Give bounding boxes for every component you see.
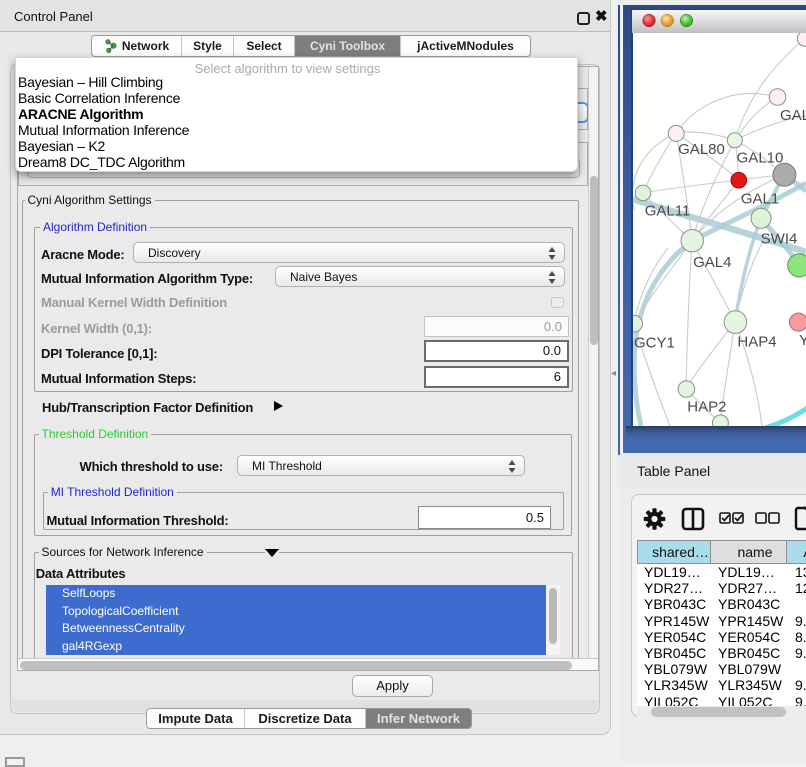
svg-text:YM: YM [799,332,806,349]
svg-text:SWI4: SWI4 [761,231,798,248]
svg-text:GAL1: GAL1 [741,191,779,208]
svg-text:GAL7: GAL7 [780,107,806,124]
svg-text:GCY1: GCY1 [634,335,675,352]
svg-text:HAP4: HAP4 [737,334,776,351]
svg-text:GAL10: GAL10 [737,150,784,167]
svg-text:GAL11: GAL11 [645,203,691,220]
svg-text:HAP2: HAP2 [687,399,726,416]
svg-text:GAL80: GAL80 [678,141,725,158]
svg-text:GAL4: GAL4 [693,254,731,271]
